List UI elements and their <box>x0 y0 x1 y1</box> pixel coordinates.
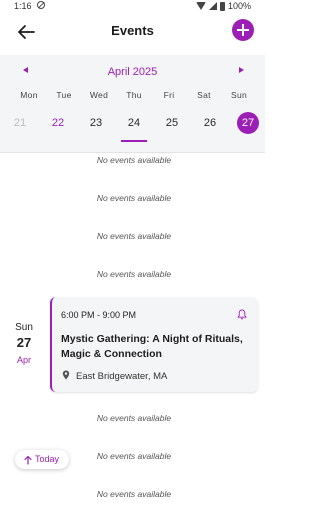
calendar-day-27-today[interactable]: 27 <box>231 112 265 134</box>
wifi-icon <box>195 2 206 10</box>
event-card[interactable]: 6:00 PM - 9:00 PM Mystic Gathering: A Ni… <box>50 297 258 392</box>
month-label: April 2025 <box>107 66 158 78</box>
weekday-label: Fri <box>163 90 175 100</box>
app-bar: Events <box>0 14 265 52</box>
no-events-message: No events available <box>96 155 172 165</box>
arrow-up-icon <box>24 455 32 465</box>
calendar-day-24-selected[interactable]: 24 <box>117 112 151 142</box>
weekday-label: Wed <box>89 90 109 100</box>
no-events-message: No events available <box>96 489 172 499</box>
do-not-disturb-icon <box>37 1 45 9</box>
page-title: Events <box>111 23 154 38</box>
calendar-day-21[interactable]: 21 <box>3 112 37 134</box>
next-month-button[interactable] <box>239 67 244 73</box>
status-bar: 1:16 100% <box>0 0 265 13</box>
signal-icon <box>208 2 217 10</box>
battery-level: 100% <box>227 1 251 11</box>
weekday-label: Mon <box>20 90 38 100</box>
battery-icon <box>219 1 225 11</box>
today-day-number: 27 <box>237 112 259 134</box>
no-events-message: No events available <box>96 193 172 203</box>
no-events-message: No events available <box>96 269 172 279</box>
calendar-day-22[interactable]: 22 <box>41 112 75 134</box>
status-time: 1:16 <box>14 1 32 11</box>
event-day-number: 27 <box>16 335 32 350</box>
calendar-day-26[interactable]: 26 <box>193 112 227 134</box>
no-events-message: No events available <box>96 451 172 461</box>
event-day-of-week: Sun <box>15 322 33 333</box>
calendar-day-25[interactable]: 25 <box>155 112 189 134</box>
event-title: Mystic Gathering: A Night of Rituals, Ma… <box>61 333 243 360</box>
location-pin-icon <box>62 370 70 380</box>
today-button-label: Today <box>35 454 60 464</box>
event-location: East Bridgewater, MA <box>76 371 168 382</box>
event-time: 6:00 PM - 9:00 PM <box>61 310 137 320</box>
calendar-day-23[interactable]: 23 <box>79 112 113 134</box>
weekday-label: Sat <box>197 90 211 100</box>
no-events-message: No events available <box>96 231 172 241</box>
event-date: Sun 27 Apr <box>8 322 40 370</box>
weekday-label: Thu <box>126 90 142 100</box>
status-icons: 100% <box>195 1 251 11</box>
no-events-message: No events available <box>96 413 172 423</box>
bell-icon[interactable] <box>237 309 247 320</box>
add-event-button[interactable] <box>232 19 254 41</box>
event-month: Apr <box>16 355 31 365</box>
weekday-label: Tue <box>56 90 72 100</box>
week-calendar: April 2025 Mon Tue Wed Thu Fri Sat Sun 2… <box>0 55 265 153</box>
weekday-label: Sun <box>230 90 248 100</box>
jump-to-today-button[interactable]: Today <box>15 450 69 469</box>
